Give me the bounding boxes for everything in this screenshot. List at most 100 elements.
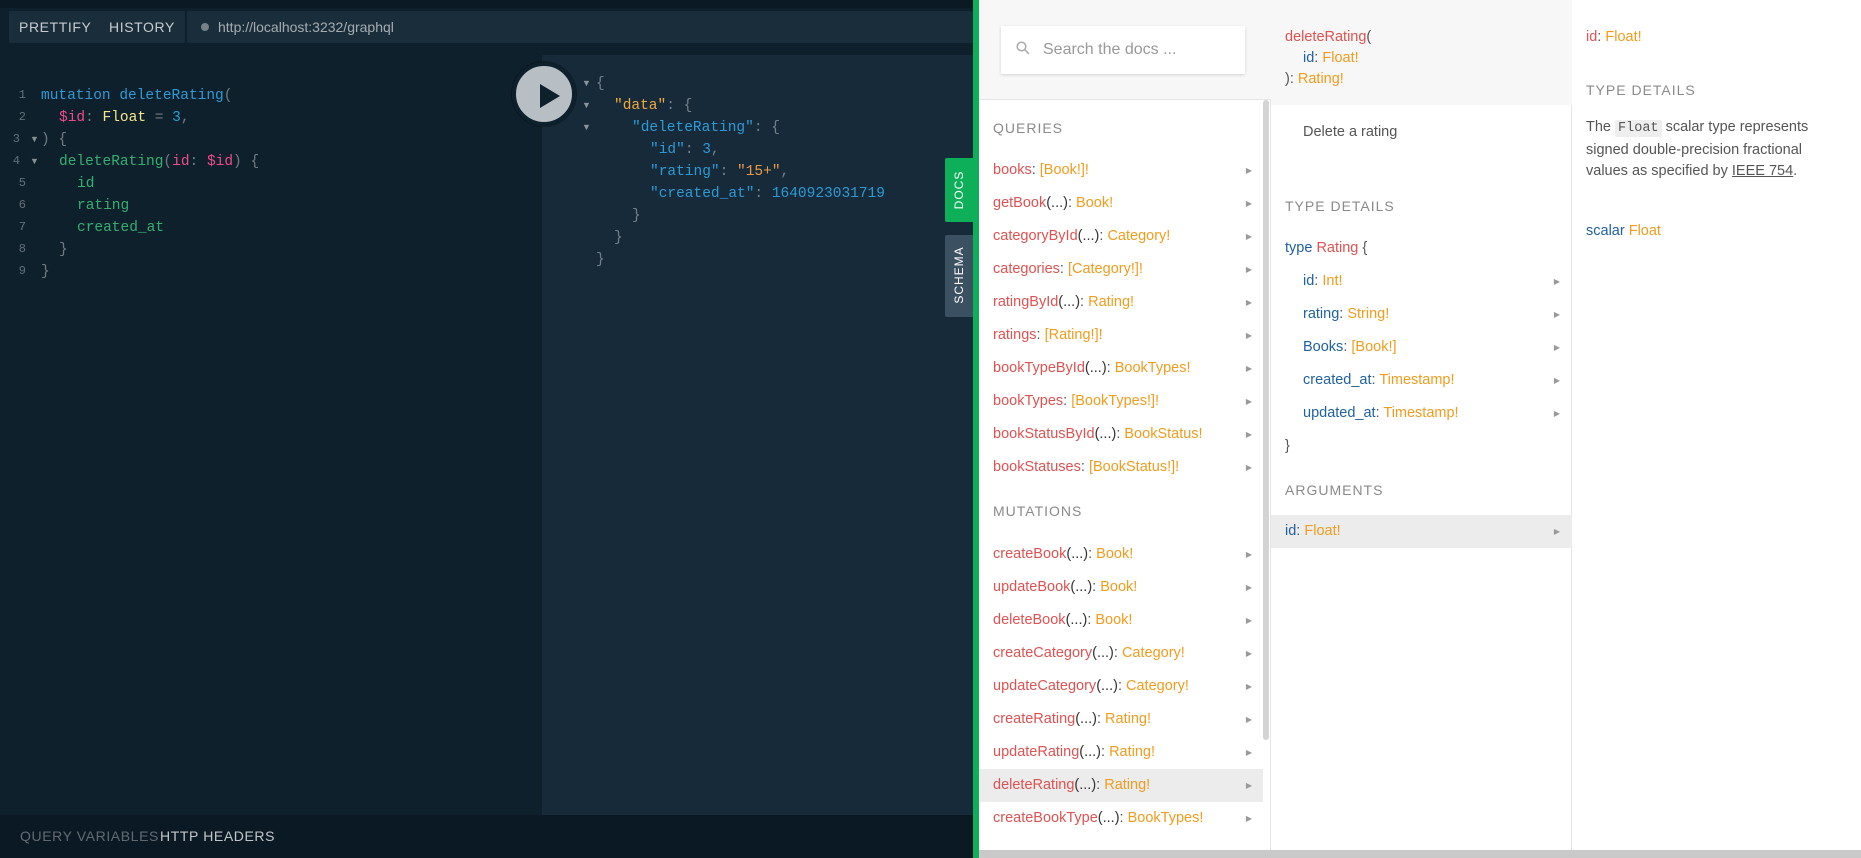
type-field-updated_at[interactable]: updated_at: Timestamp! ▶ (1271, 397, 1572, 430)
fold-arrow-icon[interactable]: ▼ (582, 116, 591, 138)
doc-item-updatecategory[interactable]: updateCategory(...): Category! ▶ (979, 670, 1263, 703)
prettify-button[interactable]: PRETTIFY (9, 11, 102, 43)
argument-detail-column: id: Float! TYPE DETAILS The Float scalar… (1572, 0, 1861, 850)
doc-item-ratingbyid[interactable]: ratingById(...): Rating! ▶ (979, 286, 1263, 319)
doc-item-booktypebyid[interactable]: bookTypeById(...): BookTypes! ▶ (979, 352, 1263, 385)
type-definition-open: type Rating { (1285, 240, 1368, 256)
json-line: } (632, 208, 641, 224)
docs-search-box[interactable] (1001, 26, 1245, 74)
code-line: } (59, 242, 68, 258)
line-number: 8 (18, 242, 26, 256)
line-number: 6 (18, 198, 26, 212)
line-number: 4 (12, 154, 20, 168)
type-field-id[interactable]: id: Int! ▶ (1271, 265, 1572, 298)
doc-item-categorybyid[interactable]: categoryById(...): Category! ▶ (979, 220, 1263, 253)
type-definition-close: } (1285, 438, 1290, 454)
doc-item-updaterating[interactable]: updateRating(...): Rating! ▶ (979, 736, 1263, 769)
chevron-right-icon: ▶ (1553, 409, 1560, 418)
http-headers-tab[interactable]: HTTP HEADERS (160, 815, 275, 858)
playground-pane: PRETTIFY HISTORY http://localhost:3232/g… (0, 0, 973, 858)
doc-item-createbooktype[interactable]: createBookType(...): BookTypes! ▶ (979, 802, 1263, 835)
doc-item-createcategory[interactable]: createCategory(...): Category! ▶ (979, 637, 1263, 670)
mutations-section-title: MUTATIONS (993, 503, 1083, 519)
chevron-right-icon: ▶ (1245, 649, 1252, 658)
bottom-panel-bar: QUERY VARIABLES HTTP HEADERS (0, 815, 973, 858)
field-signature-header: deleteRating( id: Float! ): Rating! (1271, 0, 1572, 105)
chevron-right-icon: ▶ (1245, 364, 1252, 373)
doc-item-createrating[interactable]: createRating(...): Rating! ▶ (979, 703, 1263, 736)
execute-query-button[interactable] (512, 62, 576, 126)
line-number: 9 (18, 264, 26, 278)
history-button[interactable]: HISTORY (99, 11, 185, 43)
ieee-754-link[interactable]: IEEE 754 (1732, 163, 1793, 179)
doc-item-bookstatuses[interactable]: bookStatuses: [BookStatus!]! ▶ (979, 451, 1263, 484)
fold-arrow-icon[interactable]: ▼ (582, 94, 591, 116)
code-line: rating (77, 198, 130, 214)
doc-item-deleterating[interactable]: deleteRating(...): Rating! ▶ (979, 769, 1263, 802)
line-number: 2 (18, 110, 26, 124)
doc-item-ratings[interactable]: ratings: [Rating!]! ▶ (979, 319, 1263, 352)
chevron-right-icon: ▶ (1245, 583, 1252, 592)
tab-strip (0, 0, 973, 8)
code-line: id (77, 176, 95, 192)
float-description: The Float scalar type represents signed … (1586, 119, 1809, 179)
code-line: mutation deleteRating( (41, 88, 233, 104)
fold-arrow-icon[interactable]: ▼ (582, 72, 591, 94)
doc-item-updatebook[interactable]: updateBook(...): Book! ▶ (979, 571, 1263, 604)
docs-scrollbar[interactable] (1263, 100, 1269, 740)
line-number: 7 (18, 220, 26, 234)
chevron-right-icon: ▶ (1553, 527, 1560, 536)
chevron-right-icon: ▶ (1553, 310, 1560, 319)
type-field-rating[interactable]: rating: String! ▶ (1271, 298, 1572, 331)
play-icon (540, 84, 560, 108)
docs-search-area (979, 0, 1271, 100)
type-field-books[interactable]: Books: [Book!] ▶ (1271, 331, 1572, 364)
arguments-title: ARGUMENTS (1285, 482, 1384, 498)
chevron-right-icon: ▶ (1245, 463, 1252, 472)
doc-item-getbook[interactable]: getBook(...): Book! ▶ (979, 187, 1263, 220)
chevron-right-icon: ▶ (1245, 748, 1252, 757)
doc-item-books[interactable]: books: [Book!]! ▶ (979, 154, 1263, 187)
fold-arrow-icon[interactable]: ▼ (30, 128, 39, 150)
chevron-right-icon: ▶ (1245, 715, 1252, 724)
arg-type-details-title: TYPE DETAILS (1586, 82, 1696, 98)
chevron-right-icon: ▶ (1245, 232, 1252, 241)
line-number: 1 (18, 88, 26, 102)
query-variables-tab[interactable]: QUERY VARIABLES (20, 815, 159, 858)
type-field-created_at[interactable]: created_at: Timestamp! ▶ (1271, 364, 1572, 397)
fold-arrow-icon[interactable]: ▼ (30, 150, 39, 172)
doc-item-booktypes[interactable]: bookTypes: [BookTypes!]! ▶ (979, 385, 1263, 418)
line-number: 5 (18, 176, 26, 190)
field-detail-column: deleteRating( id: Float! ): Rating! Dele… (1271, 0, 1572, 850)
code-line: deleteRating(id: $id) { (59, 154, 260, 170)
json-line: "data": { (614, 98, 693, 114)
chevron-right-icon: ▶ (1553, 376, 1560, 385)
code-line: } (41, 264, 50, 280)
graphql-playground: PRETTIFY HISTORY http://localhost:3232/g… (0, 0, 1861, 858)
docs-horizontal-scrollbar[interactable] (979, 850, 1861, 858)
json-line: "id": 3, (650, 142, 720, 158)
queries-section-title: QUERIES (993, 120, 1064, 136)
code-line: ) { (41, 132, 68, 148)
docs-search-input[interactable] (1043, 26, 1238, 74)
doc-item-deletebook[interactable]: deleteBook(...): Book! ▶ (979, 604, 1263, 637)
chevron-right-icon: ▶ (1245, 781, 1252, 790)
docs-tab[interactable]: DOCS (945, 158, 973, 222)
code-line: created_at (77, 220, 165, 236)
schema-tab[interactable]: SCHEMA (945, 235, 973, 317)
type-details-title: TYPE DETAILS (1285, 198, 1395, 214)
chevron-right-icon: ▶ (1245, 682, 1252, 691)
field-signature-line: deleteRating( (1285, 29, 1372, 45)
endpoint-url-bar[interactable]: http://localhost:3232/graphql (187, 11, 973, 43)
field-signature-return: ): Rating! (1285, 71, 1344, 87)
query-editor[interactable]: 1 2 3 ▼ 4 ▼ 5 6 7 8 9 mutation deleteRat… (0, 55, 542, 815)
doc-item-categories[interactable]: categories: [Category!]! ▶ (979, 253, 1263, 286)
json-line: } (614, 230, 623, 246)
argument-row-id[interactable]: id: Float! ▶ (1271, 515, 1572, 548)
doc-item-createbook[interactable]: createBook(...): Book! ▶ (979, 538, 1263, 571)
chevron-right-icon: ▶ (1245, 166, 1252, 175)
chevron-right-icon: ▶ (1245, 265, 1252, 274)
endpoint-url[interactable]: http://localhost:3232/graphql (218, 11, 394, 43)
result-viewer[interactable]: ▼ ▼ ▼ { "data": { "deleteRating": { "id"… (542, 55, 973, 815)
doc-item-bookstatusbyid[interactable]: bookStatusById(...): BookStatus! ▶ (979, 418, 1263, 451)
